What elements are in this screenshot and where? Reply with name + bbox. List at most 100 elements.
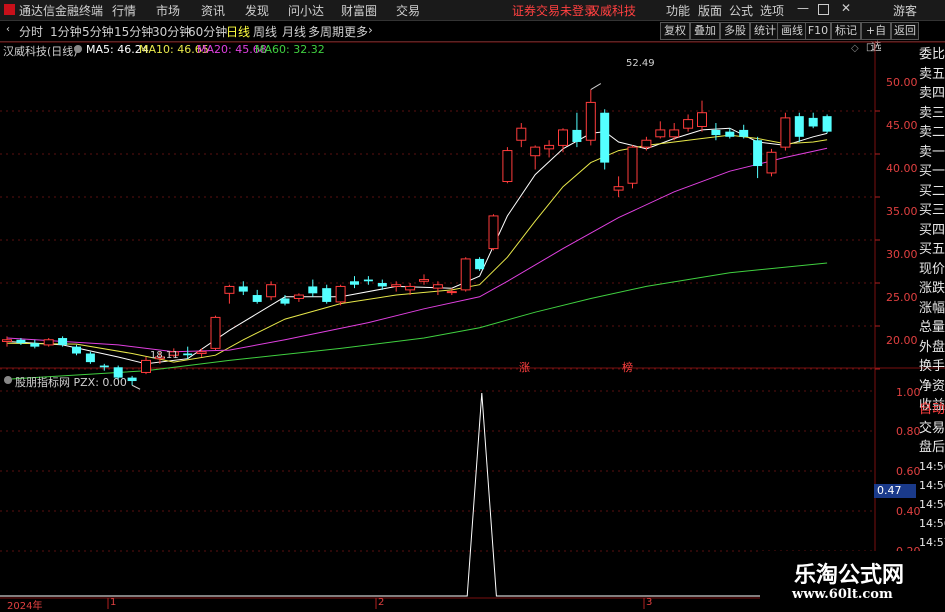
period-5min[interactable]: 5分钟: [82, 23, 114, 40]
period-1min[interactable]: 1分钟: [50, 23, 82, 40]
ma-line-ma20: [6, 147, 828, 353]
btn-tongji[interactable]: 统计: [750, 22, 780, 40]
candle-body-down: [600, 112, 610, 163]
period-60min[interactable]: 60分钟: [188, 23, 227, 40]
side-item-0[interactable]: 委比: [919, 45, 945, 64]
side-item-7[interactable]: 买二: [919, 182, 945, 201]
side-item-15[interactable]: 外盘: [919, 338, 945, 357]
btn-diejia[interactable]: 叠加: [690, 22, 720, 40]
side-item-21[interactable]: 盘后: [919, 438, 945, 457]
side-item-25[interactable]: 14:56: [919, 514, 945, 533]
y-tick-40: 40.00: [886, 162, 918, 175]
period-toolbar: ‹ 分时 1分钟 5分钟 15分钟 30分钟 60分钟 日线 周线 月线 多周期…: [0, 21, 945, 53]
btn-fuquan[interactable]: 复权: [660, 22, 690, 40]
pzx-line: [0, 392, 862, 597]
menu-gongshi[interactable]: 公式: [729, 2, 753, 19]
period-fenshi[interactable]: 分时: [19, 23, 43, 40]
period-more[interactable]: 更多: [344, 23, 368, 40]
minimize-icon[interactable]: —: [797, 1, 809, 15]
period-monthly[interactable]: 月线: [282, 23, 306, 40]
marker-bang[interactable]: 榜: [622, 359, 633, 375]
side-item-26[interactable]: 14:57: [919, 533, 945, 552]
candle-body-up: [141, 359, 151, 373]
candle-body-up: [293, 294, 304, 299]
side-item-14[interactable]: 总量: [919, 318, 945, 337]
side-item-5[interactable]: 卖一: [919, 143, 945, 162]
period-30min[interactable]: 30分钟: [152, 23, 191, 40]
side-item-17[interactable]: 净资: [919, 377, 945, 396]
menu-faxian[interactable]: 发现: [245, 2, 269, 19]
side-item-3[interactable]: 卖三: [919, 104, 945, 123]
candle-body-down: [183, 353, 193, 356]
marker-zhang[interactable]: 涨: [519, 359, 530, 375]
notice-stock[interactable]: 汉威科技: [588, 2, 636, 19]
close-icon[interactable]: ✕: [841, 1, 851, 15]
candle-body-up: [210, 316, 221, 349]
candle-body-down: [30, 343, 40, 347]
btn-duogu[interactable]: 多股: [720, 22, 750, 40]
candle-body-down: [377, 283, 387, 287]
btn-f10[interactable]: F10: [805, 22, 831, 40]
restore-icon[interactable]: [818, 4, 829, 15]
side-item-13[interactable]: 涨幅: [919, 299, 945, 318]
ma-line-ma10: [6, 134, 828, 363]
user-label[interactable]: 游客: [893, 2, 917, 19]
menu-jiaoyi[interactable]: 交易: [396, 2, 420, 19]
menu-caifuquan[interactable]: 财富圈: [341, 2, 377, 19]
sub-toggle-icon[interactable]: [4, 376, 12, 384]
more-chevron-icon[interactable]: ›: [368, 23, 373, 37]
panel-settings-icon[interactable]: ◇: [851, 43, 859, 54]
candle-body-up: [196, 351, 207, 355]
side-item-2[interactable]: 卖四: [919, 84, 945, 103]
btn-huaxian[interactable]: 画线: [777, 22, 807, 40]
menu-xuanxiang[interactable]: 选项: [760, 2, 784, 19]
back-arrow-icon[interactable]: ‹: [6, 24, 10, 35]
candle-body-up: [544, 144, 555, 150]
side-item-6[interactable]: 买一: [919, 162, 945, 181]
x-label-month-2: 2: [378, 597, 385, 608]
candle-body-down: [794, 116, 804, 137]
candle-body-up: [627, 146, 638, 184]
login-notice[interactable]: 证券交易未登录: [512, 2, 596, 19]
candle-body-up: [43, 339, 54, 346]
panel-zoom-icon[interactable]: □: [866, 42, 875, 53]
side-item-19[interactable]: 自动: [919, 400, 945, 419]
period-multi[interactable]: 多周期: [308, 23, 344, 40]
sub-current-value: 0.47: [874, 484, 916, 498]
side-item-10[interactable]: 买五: [919, 240, 945, 259]
side-item-9[interactable]: 买四: [919, 221, 945, 240]
high-pointer: [590, 83, 602, 91]
candle-body-up: [766, 151, 777, 174]
menu-zixun[interactable]: 资讯: [201, 2, 225, 19]
period-daily[interactable]: 日线: [226, 23, 250, 40]
side-item-16[interactable]: 换手: [919, 357, 945, 376]
side-item-4[interactable]: 卖二: [919, 123, 945, 142]
sub-indicator-chart: [0, 392, 862, 597]
menu-hangqing[interactable]: 行情: [112, 2, 136, 19]
side-item-24[interactable]: 14:56: [919, 495, 945, 514]
menu-shichang[interactable]: 市场: [156, 2, 180, 19]
btn-zixuan[interactable]: +自选: [861, 22, 891, 53]
candle-body-down: [822, 116, 832, 132]
candle-body-down: [85, 353, 95, 363]
side-item-20[interactable]: 交易: [919, 419, 945, 438]
sub-indicator-title: 股朋指标网 PZX: 0.00: [15, 376, 127, 389]
menu-banmian[interactable]: 版面: [698, 2, 722, 19]
menu-gongneng[interactable]: 功能: [666, 2, 690, 19]
stock-title: 汉威科技(日线): [3, 45, 78, 58]
candle-body-up: [405, 285, 416, 291]
side-item-22[interactable]: 14:56: [919, 457, 945, 476]
menu-wenxiaoda[interactable]: 问小达: [288, 2, 324, 19]
side-item-1[interactable]: 卖五: [919, 65, 945, 84]
side-item-11[interactable]: 现价: [919, 260, 945, 279]
kline-chart[interactable]: [0, 41, 945, 609]
ma-toggle-icon[interactable]: [74, 45, 82, 53]
side-item-12[interactable]: 涨跌: [919, 279, 945, 298]
period-weekly[interactable]: 周线: [253, 23, 277, 40]
btn-fanhui[interactable]: 返回: [891, 22, 919, 40]
candle-body-up: [780, 117, 791, 148]
period-15min[interactable]: 15分钟: [114, 23, 153, 40]
btn-biaoji[interactable]: 标记: [831, 22, 861, 40]
side-item-23[interactable]: 14:56: [919, 476, 945, 495]
side-item-8[interactable]: 买三: [919, 201, 945, 220]
